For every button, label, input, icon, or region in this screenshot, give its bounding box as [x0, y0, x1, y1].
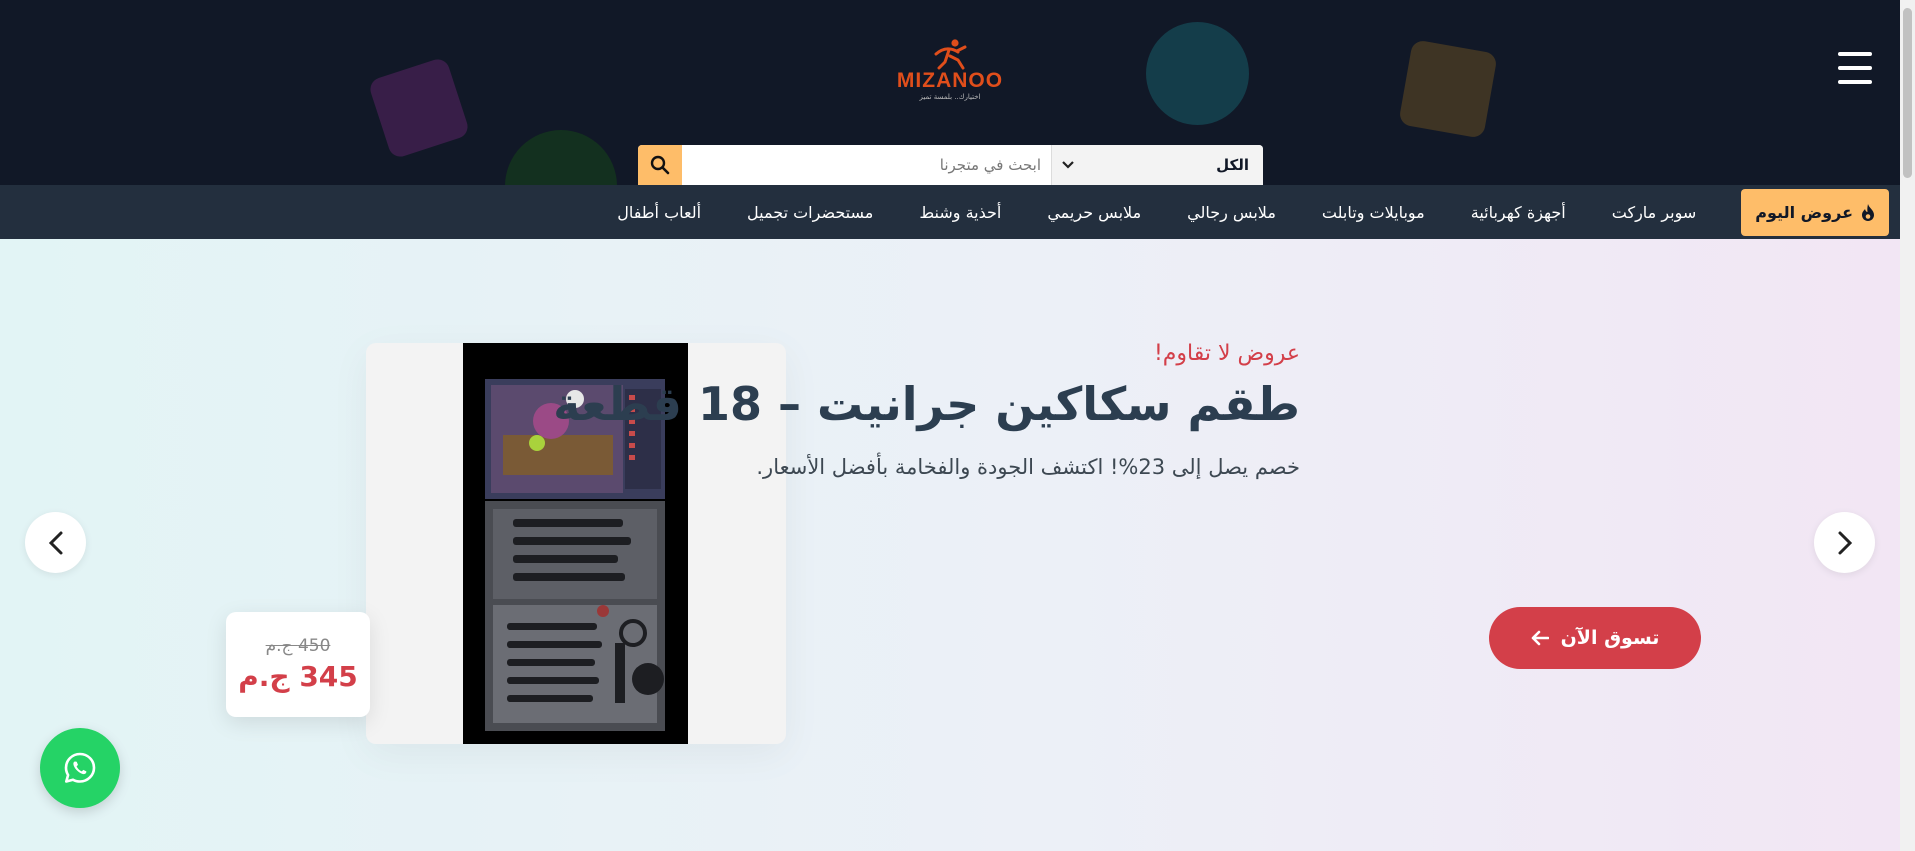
search-button[interactable]	[638, 145, 682, 185]
decor-shape	[505, 130, 617, 185]
slider-next-button[interactable]	[1814, 512, 1875, 573]
nav-deals-label: عروض اليوم	[1755, 202, 1853, 222]
nav-item-men-clothing[interactable]: ملابس رجالي	[1164, 203, 1299, 222]
nav-item-cosmetics[interactable]: مستحضرات تجميل	[724, 203, 896, 222]
chevron-right-icon	[1838, 531, 1852, 554]
search-bar: الكل	[638, 145, 1263, 185]
decor-shape	[1146, 22, 1249, 125]
fire-icon	[1862, 203, 1874, 221]
page: MIZANOO اختيارك.. بلمسة تميز الكل ابحث ف…	[0, 0, 1915, 851]
shop-now-label: تسوق الآن	[1560, 627, 1660, 649]
hamburger-menu-icon[interactable]	[1838, 52, 1872, 84]
site-header: MIZANOO اختيارك.. بلمسة تميز الكل	[0, 0, 1900, 185]
whatsapp-button[interactable]	[40, 728, 120, 808]
logo-tagline: اختيارك.. بلمسة تميز	[919, 93, 981, 101]
nav-deals-button[interactable]: عروض اليوم	[1741, 188, 1889, 236]
old-price: 450 ج.م	[265, 636, 331, 656]
whatsapp-icon	[64, 752, 96, 783]
price-card: 450 ج.م 345 ج.م	[226, 612, 370, 717]
hero-subtitle: عروض لا تقاوم!	[1153, 341, 1300, 366]
scrollbar-thumb[interactable]	[1903, 8, 1912, 178]
decor-shape	[367, 56, 471, 160]
nav-item-shoes-bags[interactable]: أحذية وشنط	[896, 203, 1024, 222]
hero-title: طقم سكاكين جرانيت – 18 قطعة	[553, 377, 1300, 431]
search-icon	[650, 155, 670, 175]
nav-item-women-clothing[interactable]: ملابس حريمي	[1024, 203, 1164, 222]
new-price: 345 ج.م	[238, 660, 358, 693]
hero-description: خصم يصل إلى 23%! اكتشف الجودة والفخامة ب…	[756, 455, 1300, 479]
arrow-left-icon	[1531, 630, 1549, 646]
search-input[interactable]	[682, 145, 1051, 185]
shop-now-button[interactable]: تسوق الآن	[1489, 607, 1701, 669]
nav-item-supermarket[interactable]: سوبر ماركت	[1589, 203, 1720, 222]
nav-item-electronics[interactable]: أجهزة كهربائية	[1448, 203, 1589, 222]
nav-item-kids-toys[interactable]: ألعاب أطفال	[594, 203, 724, 222]
decor-shape	[1398, 39, 1498, 139]
hero-slider: 450 ج.م 345 ج.م عروض لا تقاوم! طقم سكاكي…	[0, 239, 1900, 851]
slider-prev-button[interactable]	[25, 512, 86, 573]
page-scrollbar[interactable]	[1900, 0, 1915, 851]
chevron-down-icon	[1062, 158, 1074, 172]
nav-item-mobiles[interactable]: موبايلات وتابلت	[1299, 203, 1448, 222]
category-nav: عروض اليوم سوبر ماركت أجهزة كهربائية موب…	[0, 185, 1900, 239]
site-logo[interactable]: MIZANOO اختيارك.. بلمسة تميز	[890, 38, 1010, 106]
search-category-select[interactable]: الكل	[1051, 145, 1263, 185]
chevron-left-icon	[48, 531, 62, 554]
search-category-value: الكل	[1216, 156, 1249, 174]
logo-text: MIZANOO	[896, 69, 1004, 92]
runner-logo-icon	[934, 39, 967, 70]
